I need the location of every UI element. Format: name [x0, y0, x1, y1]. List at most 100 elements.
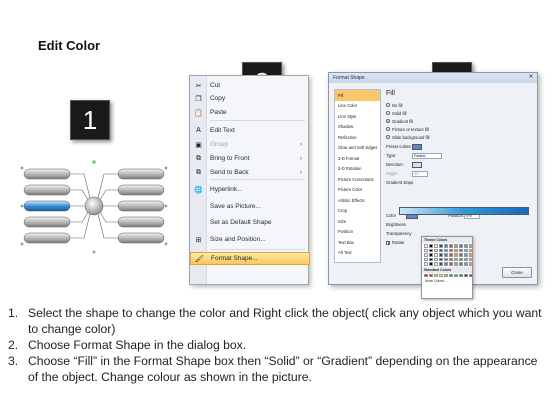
color-swatch[interactable]	[444, 257, 448, 261]
fill-option[interactable]: Solid fill	[384, 109, 534, 117]
color-swatch[interactable]	[434, 257, 438, 261]
color-swatch[interactable]	[469, 248, 473, 252]
color-swatch[interactable]	[434, 244, 438, 248]
color-swatch[interactable]	[444, 248, 448, 252]
color-swatch[interactable]	[459, 253, 463, 257]
color-swatch[interactable]	[469, 244, 473, 248]
direction-button[interactable]	[412, 161, 422, 168]
color-swatch[interactable]	[449, 262, 453, 266]
color-swatch[interactable]	[454, 253, 458, 257]
color-swatch[interactable]	[464, 262, 468, 266]
nav-item[interactable]: Reflection	[335, 132, 380, 143]
color-swatch[interactable]	[459, 273, 463, 277]
close-icon[interactable]: ✕	[527, 74, 535, 81]
menu-item[interactable]: ✂ Cut	[190, 79, 310, 92]
nav-item[interactable]: Crop	[335, 206, 380, 217]
color-swatch[interactable]	[469, 257, 473, 261]
nav-item[interactable]: 3-D Format	[335, 153, 380, 164]
nav-item[interactable]: Artistic Effects	[335, 195, 380, 206]
color-swatch[interactable]	[464, 273, 468, 277]
menu-item[interactable]: Save as Picture...	[190, 200, 310, 213]
nav-item[interactable]: Shadow	[335, 122, 380, 133]
nav-item[interactable]: Position	[335, 227, 380, 238]
color-swatch[interactable]	[434, 273, 438, 277]
color-swatch[interactable]	[439, 248, 443, 252]
nav-item[interactable]: Line Color	[335, 101, 380, 112]
radio-button[interactable]	[386, 111, 390, 115]
color-swatch[interactable]	[464, 244, 468, 248]
color-swatch[interactable]	[464, 248, 468, 252]
preset-colors-button[interactable]	[412, 143, 422, 150]
color-swatch[interactable]	[434, 248, 438, 252]
color-swatch[interactable]	[459, 257, 463, 261]
menu-item[interactable]: ▣ Group ›	[190, 138, 310, 151]
menu-item[interactable]: Set as Default Shape	[190, 216, 310, 229]
color-swatch[interactable]	[469, 262, 473, 266]
fill-option[interactable]: No fill	[384, 101, 534, 109]
color-swatch[interactable]	[459, 248, 463, 252]
color-swatch[interactable]	[454, 262, 458, 266]
color-swatch[interactable]	[429, 244, 433, 248]
menu-item[interactable]: ❐ Copy	[190, 92, 310, 105]
color-swatch[interactable]	[424, 262, 428, 266]
color-swatch[interactable]	[444, 253, 448, 257]
color-swatch[interactable]	[454, 244, 458, 248]
color-swatch[interactable]	[439, 253, 443, 257]
menu-item[interactable]: 🌐 Hyperlink...	[190, 183, 310, 196]
color-swatch[interactable]	[439, 244, 443, 248]
color-swatch[interactable]	[424, 248, 428, 252]
color-swatch[interactable]	[459, 244, 463, 248]
nav-item[interactable]: Size	[335, 216, 380, 227]
nav-item[interactable]: Line Style	[335, 111, 380, 122]
color-swatch[interactable]	[434, 253, 438, 257]
color-swatch[interactable]	[449, 244, 453, 248]
color-swatch[interactable]	[469, 273, 473, 277]
nav-item[interactable]: Alt Text	[335, 248, 380, 259]
menu-item[interactable]: 📋 Paste	[190, 106, 310, 119]
color-swatch[interactable]	[449, 253, 453, 257]
radio-button[interactable]	[386, 119, 390, 123]
color-swatch[interactable]	[424, 273, 428, 277]
color-swatch[interactable]	[429, 253, 433, 257]
more-colors-link[interactable]: More Colors...	[422, 278, 472, 284]
color-swatch[interactable]	[449, 273, 453, 277]
color-swatch[interactable]	[469, 253, 473, 257]
rotate-checkbox[interactable]	[386, 240, 390, 245]
color-swatch[interactable]	[454, 248, 458, 252]
color-swatch[interactable]	[459, 262, 463, 266]
color-swatch[interactable]	[444, 273, 448, 277]
color-swatch[interactable]	[429, 257, 433, 261]
color-swatch[interactable]	[439, 257, 443, 261]
color-swatch[interactable]	[429, 262, 433, 266]
nav-item[interactable]: Picture Corrections	[335, 174, 380, 185]
color-swatch[interactable]	[424, 244, 428, 248]
color-swatch[interactable]	[454, 257, 458, 261]
fill-option[interactable]: Picture or texture fill	[384, 125, 534, 133]
color-swatch[interactable]	[449, 257, 453, 261]
color-swatch[interactable]	[444, 262, 448, 266]
nav-item[interactable]: Fill	[335, 90, 380, 101]
radio-button[interactable]	[386, 127, 390, 131]
nav-item[interactable]: Text Box	[335, 237, 380, 248]
color-swatch[interactable]	[434, 262, 438, 266]
menu-item[interactable]: A Edit Text	[190, 124, 310, 137]
menu-item[interactable]: ⊞ Size and Position...	[190, 233, 310, 246]
color-swatch[interactable]	[439, 273, 443, 277]
color-swatch[interactable]	[464, 253, 468, 257]
nav-item[interactable]: 3-D Rotation	[335, 164, 380, 175]
menu-item[interactable]: ⧉ Bring to Front ›	[190, 152, 310, 165]
color-swatch[interactable]	[429, 248, 433, 252]
nav-item[interactable]: Picture Color	[335, 185, 380, 196]
color-swatch[interactable]	[464, 257, 468, 261]
nav-item[interactable]: Glow and Soft Edges	[335, 143, 380, 154]
menu-item[interactable]: ⧉ Send to Back ›	[190, 166, 310, 179]
fill-option[interactable]: Gradient fill	[384, 117, 534, 125]
color-swatch[interactable]	[424, 253, 428, 257]
gradient-stop-bar[interactable]	[399, 207, 529, 215]
color-swatch[interactable]	[444, 244, 448, 248]
color-swatch[interactable]	[424, 257, 428, 261]
close-button[interactable]: Close	[502, 267, 532, 278]
radio-button[interactable]	[386, 103, 390, 107]
hub-diagram[interactable]	[14, 160, 174, 260]
fill-option[interactable]: Slide background fill	[384, 133, 534, 141]
